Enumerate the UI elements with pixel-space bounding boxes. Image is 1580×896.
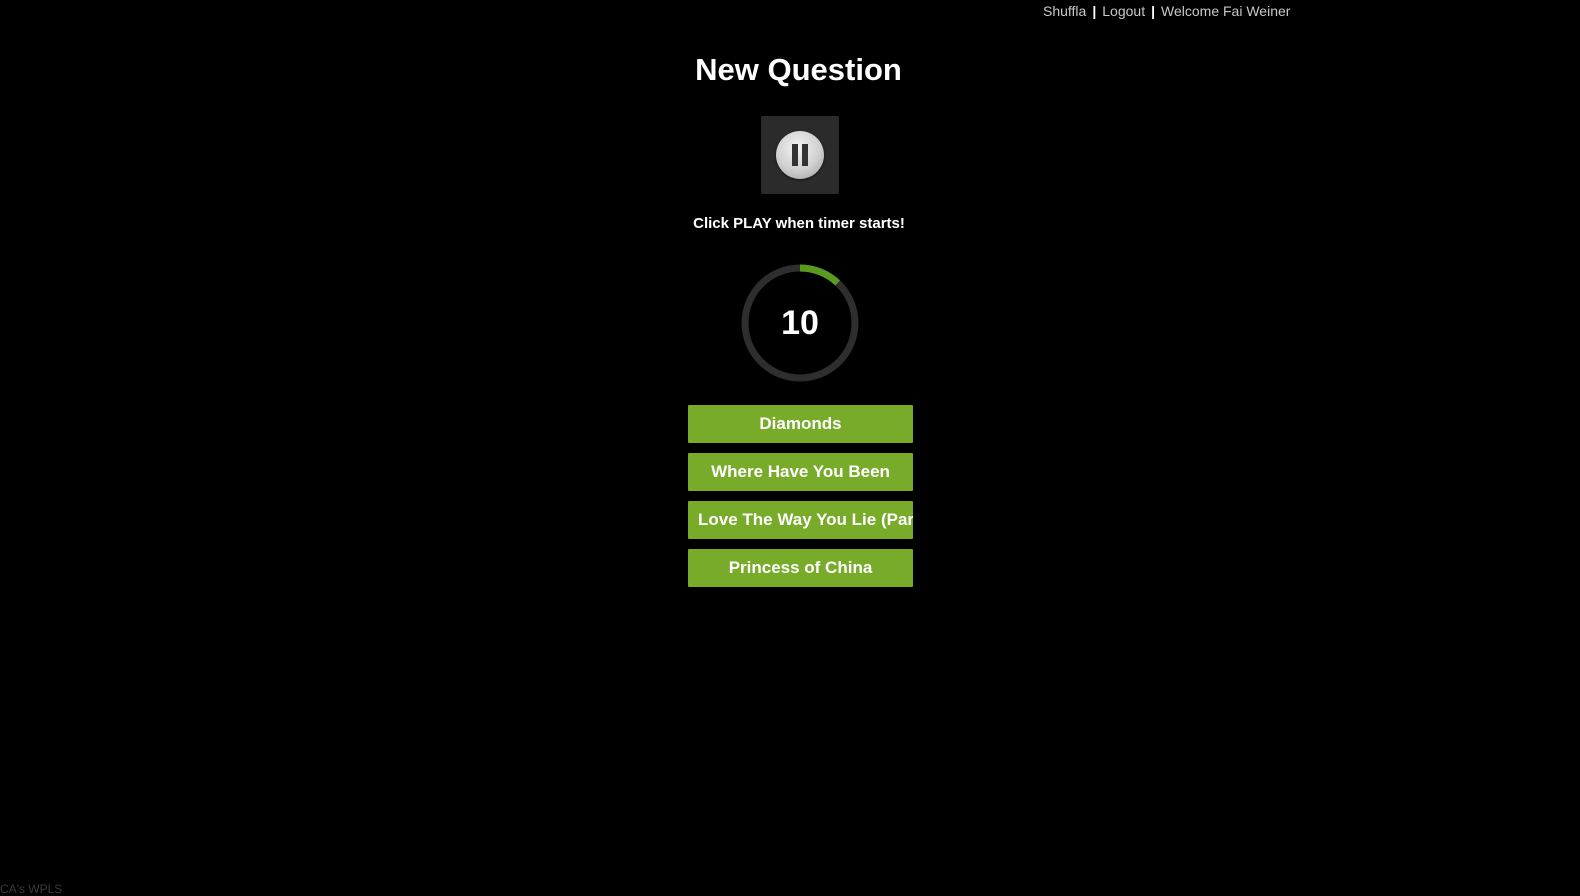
- answer-button[interactable]: Diamonds: [688, 405, 913, 443]
- pause-bar: [792, 144, 798, 166]
- countdown-timer: 10: [739, 262, 861, 384]
- answer-button[interactable]: Love The Way You Lie (Part II): [688, 501, 913, 539]
- answer-button[interactable]: Princess of China: [688, 549, 913, 587]
- page-title: New Question: [0, 48, 1580, 92]
- logout-link[interactable]: Logout: [1102, 3, 1145, 19]
- instruction-text: Click PLAY when timer starts!: [0, 214, 1580, 234]
- nav-separator: |: [1092, 3, 1096, 19]
- audio-player[interactable]: [761, 116, 839, 194]
- pause-button[interactable]: [776, 131, 824, 179]
- welcome-user-link[interactable]: Welcome Fai Weiner: [1161, 3, 1290, 19]
- brand-link[interactable]: Shuffla: [1043, 3, 1086, 19]
- answer-button[interactable]: Where Have You Been: [688, 453, 913, 491]
- timer-value: 10: [739, 262, 861, 384]
- top-nav: Shuffla | Logout | Welcome Fai Weiner: [1043, 2, 1290, 20]
- nav-separator: |: [1151, 3, 1155, 19]
- answer-list: Diamonds Where Have You Been Love The Wa…: [688, 405, 913, 597]
- pause-bar: [802, 144, 808, 166]
- footer-text: CA's WPLS: [0, 882, 62, 896]
